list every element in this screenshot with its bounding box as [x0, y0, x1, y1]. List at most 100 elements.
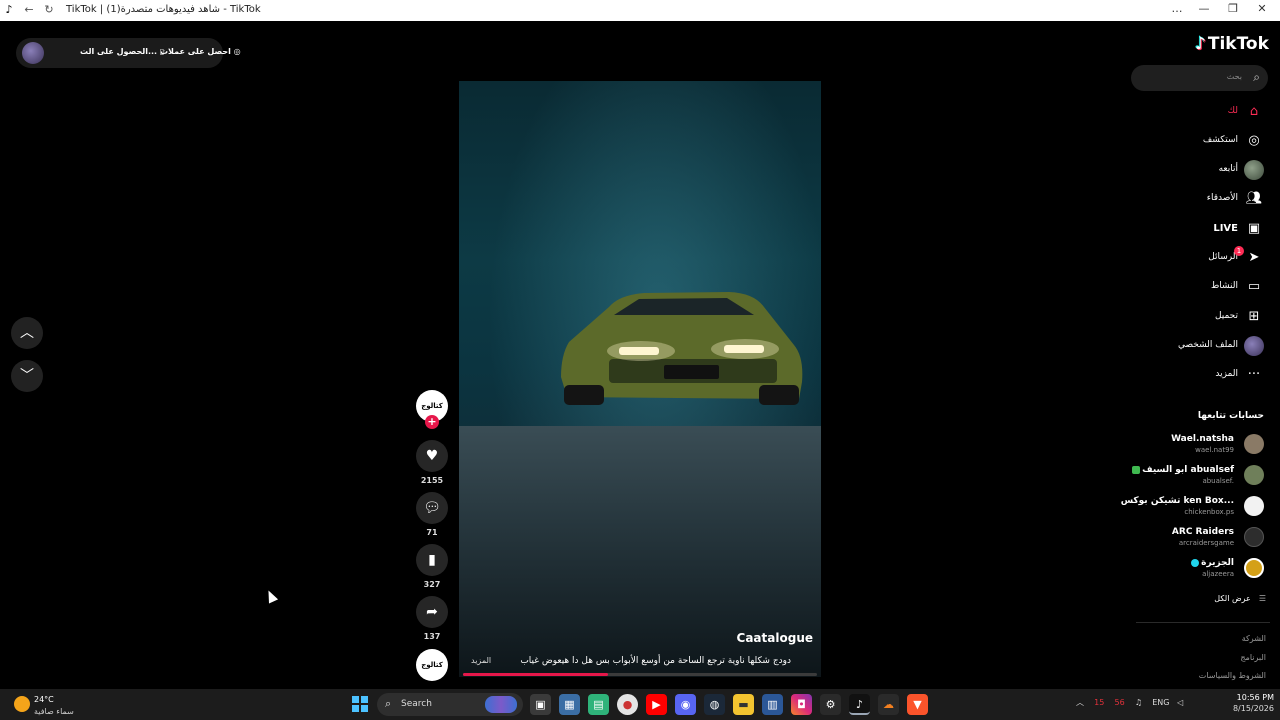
nav-friends[interactable]: الأصدقاء 👥︎	[1130, 187, 1270, 211]
taskbar-search[interactable]: ⌕ Search	[377, 693, 523, 716]
task-view-icon[interactable]: ▣	[530, 694, 551, 715]
close-button[interactable]: ✕	[1251, 2, 1273, 18]
teams-icon[interactable]: ▥	[762, 694, 783, 715]
send-icon: ➤	[1248, 250, 1260, 265]
search-icon: ⌕	[385, 697, 392, 710]
tiktok-favicon-icon: ♪	[5, 3, 13, 16]
nav-for-you[interactable]: لك ⌂	[1130, 100, 1270, 124]
account-name: تشيكن بوكس ken Box...	[1120, 496, 1234, 506]
video-progress-bar[interactable]	[463, 673, 817, 676]
tray-chevron-icon[interactable]: ︿	[1076, 698, 1084, 707]
cloud-icon[interactable]: ☁	[878, 694, 899, 715]
reload-icon[interactable]: ↻	[42, 3, 56, 17]
live-icon: ▣	[1247, 221, 1261, 236]
account-item[interactable]: الجزيرة aljazeera	[1130, 556, 1270, 582]
tiktok-logo[interactable]: ♪ TikTok	[1195, 34, 1269, 54]
footer-program-link[interactable]: البرنامج	[1240, 653, 1266, 662]
activity-icon: ▭	[1247, 279, 1261, 294]
mouse-cursor	[263, 588, 279, 604]
search-placeholder: بحث	[1226, 72, 1242, 81]
nav-label: الأصدقاء	[1206, 193, 1238, 203]
menu-button[interactable]: …	[1166, 2, 1188, 18]
heart-icon: ♥	[425, 448, 439, 464]
nav-profile[interactable]: الملف الشخصي	[1130, 334, 1270, 358]
nav-live[interactable]: LIVE ▣	[1130, 217, 1270, 241]
nav-label: لك	[1227, 106, 1238, 116]
following-accounts-title: حسابات تتابعها	[1197, 411, 1264, 421]
tray-indicator: 15	[1094, 698, 1105, 707]
chevron-up-icon: ︿	[20, 325, 34, 341]
settings-icon[interactable]: ⚙	[820, 694, 841, 715]
nav-activity[interactable]: النشاط ▭	[1130, 275, 1270, 299]
discord-icon[interactable]: ◉	[675, 694, 696, 715]
comment-button[interactable]: 💬︎	[416, 492, 448, 524]
microphone-icon[interactable]: ♫	[1135, 698, 1142, 707]
next-video-button[interactable]: ﹀	[11, 360, 43, 392]
back-icon[interactable]: ←	[22, 3, 36, 17]
store-icon[interactable]: ▤	[588, 694, 609, 715]
chrome-icon[interactable]: ●	[617, 694, 638, 715]
sidebar-divider	[1136, 622, 1270, 623]
windows-taskbar: 24°C سماء صافية ⌕ Search ▣ ▦ ▤ ● ▶ ◉ ◍ ▬…	[0, 689, 1280, 720]
account-name: ابو السيف abualsef	[1132, 465, 1234, 475]
clock[interactable]: 10:56 PM 8/15/2026	[1220, 693, 1274, 713]
verified-badge-icon	[1191, 558, 1200, 567]
previous-video-button[interactable]: ︿	[11, 317, 43, 349]
account-item[interactable]: ARC Raiders arcraidersgame	[1130, 525, 1270, 551]
save-button[interactable]: ▮	[416, 544, 448, 576]
account-handle: chickenbox.ps	[1184, 508, 1234, 516]
account-avatar	[1244, 527, 1264, 547]
video-player[interactable]: Caatalogue دودج شكلها ناوية ترجع الساحة …	[459, 81, 821, 677]
maximize-button[interactable]: ❐	[1222, 2, 1244, 18]
see-all-link[interactable]: عرض الكل ☰	[1214, 594, 1266, 603]
get-coins-link[interactable]: احصل على عملات ◎	[160, 47, 241, 56]
nav-upload[interactable]: تحميل ⊞	[1130, 305, 1270, 329]
profile-avatar	[1244, 336, 1264, 356]
start-button[interactable]	[352, 696, 368, 712]
friends-icon: 👥︎	[1245, 191, 1263, 206]
search-input[interactable]: بحث ⌕	[1131, 65, 1268, 91]
brave-icon[interactable]: ▼	[907, 694, 928, 715]
minimize-button[interactable]: —	[1193, 2, 1215, 18]
profile-avatar[interactable]	[22, 42, 44, 64]
caption-more-link[interactable]: المزيد	[471, 656, 491, 665]
volume-icon[interactable]: ◁	[1177, 698, 1183, 707]
tiktok-app-icon[interactable]: ♪	[849, 694, 870, 715]
comment-icon: 💬︎	[423, 500, 441, 516]
youtube-icon[interactable]: ▶	[646, 694, 667, 715]
follow-button[interactable]: +	[425, 415, 439, 429]
account-handle: arcraidersgame	[1178, 539, 1234, 547]
coins-pill: الحصول على الت... ▯ احصل على عملات ◎	[16, 38, 241, 68]
widgets-icon[interactable]: ▦	[559, 694, 580, 715]
instagram-icon[interactable]: ◘	[791, 694, 812, 715]
nav-more[interactable]: المزيد ···	[1130, 363, 1270, 387]
nav-label: أتابعه	[1218, 164, 1238, 174]
account-item[interactable]: Wael.natsha wael.nat99	[1130, 432, 1270, 458]
video-author-name[interactable]: Caatalogue	[737, 631, 813, 645]
following-avatar	[1244, 160, 1264, 180]
chevron-down-icon: ﹀	[20, 368, 34, 384]
account-avatar	[1244, 496, 1264, 516]
tiktok-page: الحصول على الت... ▯ احصل على عملات ◎ ︿ ﹀…	[0, 21, 1280, 689]
music-disc[interactable]: كتالوج	[416, 649, 448, 681]
language-indicator[interactable]: ENG	[1152, 698, 1169, 707]
nav-label: الرسائل	[1208, 252, 1238, 262]
account-item[interactable]: تشيكن بوكس ken Box... chickenbox.ps	[1121, 494, 1270, 520]
weather-widget[interactable]: 24°C سماء صافية	[12, 692, 92, 718]
file-explorer-icon[interactable]: ▬	[733, 694, 754, 715]
steam-icon[interactable]: ◍	[704, 694, 725, 715]
like-button[interactable]: ♥	[416, 440, 448, 472]
share-button[interactable]: ➦	[416, 596, 448, 628]
account-item[interactable]: ابو السيف abualsef abualsef.	[1130, 463, 1270, 489]
nav-following[interactable]: أتابعه	[1130, 158, 1270, 182]
tiktok-note-icon: ♪	[1195, 34, 1206, 54]
get-app-link[interactable]: الحصول على الت... ▯	[80, 47, 164, 56]
nav-messages[interactable]: الرسائل ➤ 1	[1130, 246, 1270, 270]
nav-label: LIVE	[1213, 223, 1238, 234]
search-icon[interactable]: ⌕	[1253, 70, 1260, 85]
footer-company-link[interactable]: الشركة	[1242, 634, 1266, 643]
footer-terms-link[interactable]: الشروط والسياسات	[1199, 671, 1266, 680]
account-handle: abualsef.	[1202, 477, 1234, 485]
nav-explore[interactable]: استكشف ◎	[1130, 129, 1270, 153]
tray-indicator: 56	[1114, 698, 1125, 707]
